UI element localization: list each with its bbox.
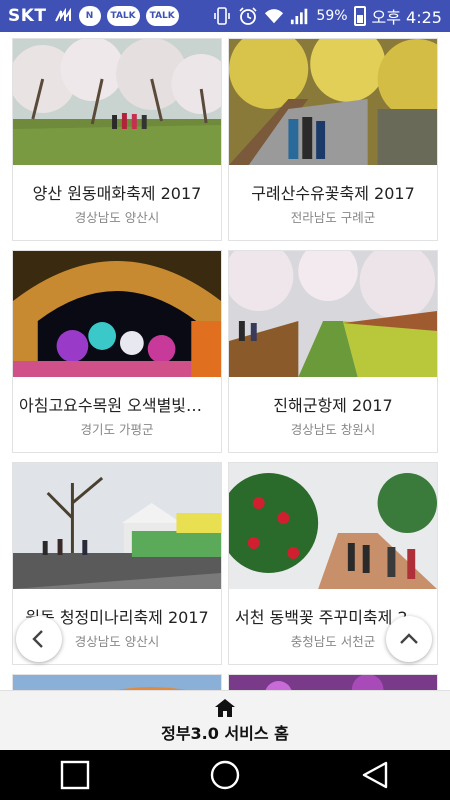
status-bar: SKT N TALK TALK 59% 오후 4:25 — [0, 0, 450, 32]
back-nav-button[interactable] — [345, 750, 405, 800]
festival-photo — [229, 463, 437, 589]
data-icon — [53, 6, 73, 26]
talk-icon: TALK — [145, 6, 179, 26]
circle-icon — [210, 760, 240, 790]
festival-list[interactable]: 양산 원동매화축제 2017 경상남도 양산시 구례산수유꽃축제 2017 전라… — [0, 32, 450, 690]
service-home-label: 정부3.0 서비스 홈 — [161, 723, 289, 743]
scroll-top-button[interactable] — [386, 616, 432, 662]
festival-card[interactable]: 아침고요수목원 오색별빛정원전 경기도 가평군 — [12, 250, 222, 453]
festival-card[interactable] — [12, 674, 222, 690]
service-home-button[interactable]: 정부3.0 서비스 홈 — [0, 690, 450, 750]
festival-card[interactable] — [228, 674, 438, 690]
battery-percent: 59% — [316, 8, 348, 24]
festival-photo — [13, 463, 221, 589]
chevron-left-icon — [32, 630, 43, 648]
back-button[interactable] — [16, 616, 62, 662]
square-icon — [60, 760, 90, 790]
festival-title: 양산 원동매화축제 2017 — [32, 184, 202, 203]
festival-title: 아침고요수목원 오색별빛정원전 — [19, 396, 215, 415]
recents-button[interactable] — [45, 750, 105, 800]
talk-icon: TALK — [106, 6, 140, 26]
n-icon: N — [78, 6, 101, 26]
festival-photo — [13, 39, 221, 165]
festival-card[interactable]: 양산 원동매화축제 2017 경상남도 양산시 — [12, 38, 222, 241]
battery-fill — [356, 15, 363, 23]
wifi-icon — [264, 6, 284, 26]
festival-region: 경상남도 양산시 — [74, 210, 160, 225]
festival-title: 진해군항제 2017 — [273, 396, 393, 415]
festival-card[interactable]: 진해군항제 2017 경상남도 창원시 — [228, 250, 438, 453]
battery-icon — [353, 6, 366, 26]
status-right: 59% 오후 4:25 — [212, 4, 442, 28]
home-button[interactable] — [195, 750, 255, 800]
vibrate-icon — [212, 6, 232, 26]
festival-photo — [229, 251, 437, 377]
festival-region: 경기도 가평군 — [80, 422, 154, 437]
festival-card[interactable]: 구례산수유꽃축제 2017 전라남도 구례군 — [228, 38, 438, 241]
festival-photo — [13, 675, 221, 690]
festival-photo — [13, 251, 221, 377]
triangle-back-icon — [362, 761, 388, 789]
signal-icon — [290, 6, 310, 26]
carrier-label: SKT — [8, 6, 47, 26]
festival-photo — [229, 675, 437, 690]
home-icon — [215, 698, 235, 717]
festival-region: 경상남도 창원시 — [290, 422, 376, 437]
status-left: SKT N TALK TALK — [8, 6, 179, 26]
chevron-up-icon — [400, 633, 418, 644]
festival-region: 전라남도 구례군 — [290, 210, 376, 225]
festival-title: 구례산수유꽃축제 2017 — [251, 184, 415, 203]
alarm-icon — [238, 6, 258, 26]
system-nav-bar — [0, 750, 450, 800]
clock: 오후 4:25 — [371, 8, 442, 27]
festival-photo — [229, 39, 437, 165]
